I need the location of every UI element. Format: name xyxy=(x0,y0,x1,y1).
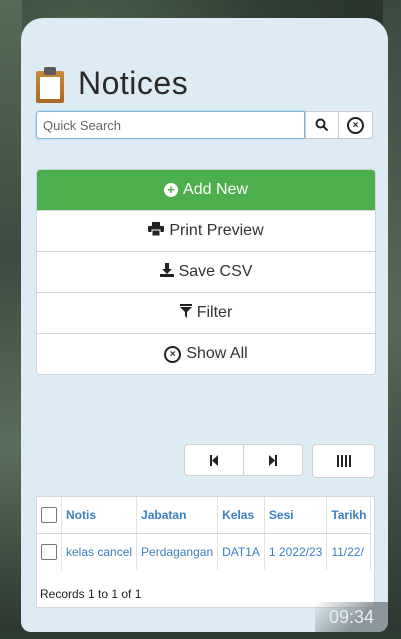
records-count: Records 1 to 1 of 1 xyxy=(40,587,142,601)
first-page-icon xyxy=(210,454,218,466)
first-page-button[interactable] xyxy=(184,444,244,476)
row-select-cell xyxy=(37,533,62,570)
filter-button[interactable]: Filter xyxy=(37,292,375,333)
column-chooser-button[interactable] xyxy=(312,444,375,478)
show-all-icon: × xyxy=(164,345,182,363)
page-title-text: Notices xyxy=(78,64,189,101)
plus-circle-icon: + xyxy=(164,183,179,197)
row-checkbox[interactable] xyxy=(41,544,57,560)
search-icon xyxy=(315,118,329,132)
clock-time: 09:34 xyxy=(315,602,388,632)
select-all-checkbox[interactable] xyxy=(41,507,57,523)
select-all-cell xyxy=(37,497,62,534)
action-buttons: + Add New Print Preview Save CSV Filter … xyxy=(36,169,376,375)
filter-icon xyxy=(179,304,192,322)
cell-tarikh: 11/22/ xyxy=(326,533,372,570)
search-bar: × xyxy=(36,111,373,139)
clipboard-icon xyxy=(36,67,64,103)
save-csv-button[interactable]: Save CSV xyxy=(37,251,375,292)
print-preview-button[interactable]: Print Preview xyxy=(37,210,375,251)
clear-search-button[interactable]: × xyxy=(339,111,373,139)
printer-icon xyxy=(148,222,165,240)
notices-panel: Notices × + Add New Print xyxy=(21,18,388,632)
column-header-tarikh[interactable]: Tarikh xyxy=(326,497,372,534)
cell-notis[interactable]: kelas cancel xyxy=(61,533,138,570)
column-header-jabatan[interactable]: Jabatan xyxy=(136,497,219,534)
column-header-kelas[interactable]: Kelas xyxy=(217,497,265,534)
save-csv-label: Save CSV xyxy=(178,263,253,280)
download-icon xyxy=(159,263,174,281)
table-row[interactable]: kelas cancel Perdagangan DAT1A 1 2022/23… xyxy=(37,533,372,570)
search-button[interactable] xyxy=(305,111,339,139)
add-new-label: Add New xyxy=(183,181,248,198)
show-all-button[interactable]: × Show All xyxy=(37,333,375,374)
background-left xyxy=(0,0,22,639)
cell-jabatan: Perdagangan xyxy=(136,533,219,570)
clear-icon: × xyxy=(347,116,364,134)
cell-kelas: DAT1A xyxy=(217,533,265,570)
search-input[interactable] xyxy=(36,111,305,139)
column-header-sesi[interactable]: Sesi xyxy=(264,497,328,534)
last-page-button[interactable] xyxy=(244,444,303,476)
columns-icon xyxy=(336,455,351,467)
filter-label: Filter xyxy=(196,304,233,321)
column-header-notis[interactable]: Notis xyxy=(61,497,138,534)
data-table: Notis Jabatan Kelas Sesi Tarikh kelas ca… xyxy=(37,497,372,570)
pagination xyxy=(184,444,303,476)
table-header-row: Notis Jabatan Kelas Sesi Tarikh xyxy=(37,497,372,534)
show-all-label: Show All xyxy=(186,345,248,362)
page-title: Notices xyxy=(36,58,188,108)
last-page-icon xyxy=(269,454,277,466)
print-preview-label: Print Preview xyxy=(169,222,264,239)
notices-table: Notis Jabatan Kelas Sesi Tarikh kelas ca… xyxy=(36,496,375,608)
cell-sesi: 1 2022/23 xyxy=(264,533,328,570)
add-new-button[interactable]: + Add New xyxy=(37,170,375,210)
